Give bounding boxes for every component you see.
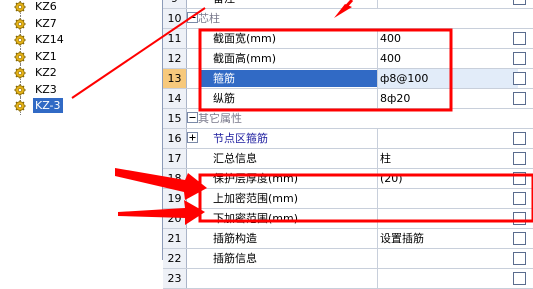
property-value[interactable] — [377, 269, 518, 288]
row-number: 17 — [163, 149, 187, 168]
property-name: 截面宽(mm) — [213, 32, 277, 45]
property-name: 备注 — [213, 0, 235, 8]
property-row[interactable]: 17 汇总信息 柱 — [163, 149, 533, 169]
checkbox[interactable] — [513, 252, 526, 265]
row-number: 12 — [163, 49, 187, 68]
category-label: 芯柱 — [198, 12, 220, 25]
row-number: 22 — [163, 249, 187, 268]
property-name: 节点区箍筋 — [213, 132, 268, 145]
gear-icon — [14, 1, 26, 13]
gear-icon — [14, 34, 26, 46]
property-value[interactable] — [377, 249, 518, 268]
row-number: 9 — [163, 0, 187, 8]
row-number: 11 — [163, 29, 187, 48]
checkbox[interactable] — [513, 192, 526, 205]
property-value[interactable]: ф8@100 — [377, 69, 518, 88]
checkbox[interactable] — [513, 152, 526, 165]
checkbox[interactable] — [513, 92, 526, 105]
property-row[interactable]: 23 — [163, 269, 533, 289]
property-name: 保护层厚度(mm) — [213, 172, 299, 185]
row-number: 13 — [163, 69, 187, 88]
property-row[interactable]: 14 纵筋 8ф20 — [163, 89, 533, 109]
gear-icon — [14, 50, 26, 63]
checkbox[interactable] — [513, 52, 526, 65]
property-row[interactable]: 16 节点区箍筋 — [163, 129, 533, 149]
property-value[interactable]: 柱 — [377, 149, 518, 168]
gear-icon — [14, 83, 26, 96]
tree-item-label: KZ3 — [35, 82, 57, 96]
property-value[interactable] — [377, 129, 518, 148]
property-value[interactable] — [377, 209, 518, 228]
checkbox[interactable] — [513, 172, 526, 185]
property-row[interactable]: 11 截面宽(mm) 400 — [163, 29, 533, 49]
tree-item-label: KZ-3 — [33, 98, 63, 113]
property-value[interactable]: 设置插筋 — [377, 229, 518, 248]
row-number: 15 — [163, 109, 187, 128]
tree-item[interactable]: KZ7 — [0, 14, 150, 33]
checkbox[interactable] — [513, 0, 526, 5]
property-value[interactable]: 8ф20 — [377, 89, 518, 108]
property-value[interactable] — [377, 0, 518, 8]
tree-item[interactable]: KZ-3 — [0, 97, 150, 115]
property-name: 截面高(mm) — [213, 52, 277, 65]
property-row[interactable]: 20 下加密范围(mm) — [163, 209, 533, 229]
checkbox[interactable] — [513, 212, 526, 225]
row-number: 10 — [163, 9, 187, 28]
property-row[interactable]: 21 插筋构造 设置插筋 — [163, 229, 533, 249]
gear-icon — [14, 100, 26, 112]
row-number: 21 — [163, 229, 187, 248]
property-row[interactable]: 9 备注 — [163, 0, 533, 9]
property-name: 插筋信息 — [213, 252, 257, 265]
checkbox[interactable] — [513, 32, 526, 45]
property-row[interactable]: 13 箍筋 ф8@100 — [163, 69, 533, 89]
expand-toggle-icon[interactable] — [187, 132, 198, 143]
property-grid: 9 备注 10 芯柱 11 截面宽(mm) 400 12 截面高(mm) 400 13 箍筋 ф8@10… — [162, 0, 533, 289]
tree-item[interactable]: KZ2 — [0, 64, 150, 82]
tree-item-label: KZ2 — [35, 66, 57, 79]
row-number: 18 — [163, 169, 187, 188]
property-row[interactable]: 12 截面高(mm) 400 — [163, 49, 533, 69]
property-row[interactable]: 18 保护层厚度(mm) (20) — [163, 169, 533, 189]
tree-item-label: KZ7 — [35, 16, 57, 30]
tree-item[interactable]: KZ1 — [0, 47, 150, 66]
property-value[interactable]: 400 — [377, 29, 518, 48]
tree-item-label: KZ14 — [35, 33, 64, 46]
property-name: 插筋构造 — [213, 232, 257, 245]
property-name: 上加密范围(mm) — [213, 192, 299, 205]
checkbox[interactable] — [513, 232, 526, 245]
property-row[interactable]: 19 上加密范围(mm) — [163, 189, 533, 209]
property-value[interactable]: (20) — [377, 169, 518, 188]
checkbox[interactable] — [513, 72, 526, 85]
component-tree: KZ6 KZ7 KZ14 KZ1 KZ2 KZ3 KZ-3 — [0, 0, 155, 260]
category-row[interactable]: 15 其它属性 — [163, 109, 533, 129]
tree-item[interactable]: KZ14 — [0, 31, 150, 49]
property-name: 箍筋 — [213, 72, 235, 85]
tree-item-label: KZ6 — [35, 0, 57, 13]
checkbox[interactable] — [513, 132, 526, 145]
row-number: 14 — [163, 89, 187, 108]
row-number: 19 — [163, 189, 187, 208]
row-number: 20 — [163, 209, 187, 228]
category-label: 其它属性 — [198, 112, 242, 125]
tree-item[interactable]: KZ3 — [0, 80, 150, 99]
checkbox[interactable] — [513, 272, 526, 285]
property-name: 下加密范围(mm) — [213, 212, 299, 225]
collapse-toggle-icon[interactable] — [187, 12, 198, 23]
category-row[interactable]: 10 芯柱 — [163, 9, 533, 29]
gear-icon — [14, 17, 26, 30]
gear-icon — [14, 67, 26, 79]
property-name: 汇总信息 — [213, 152, 257, 165]
row-number: 23 — [163, 269, 187, 288]
property-row[interactable]: 22 插筋信息 — [163, 249, 533, 269]
row-number: 16 — [163, 129, 187, 148]
collapse-toggle-icon[interactable] — [187, 112, 198, 123]
property-value[interactable]: 400 — [377, 49, 518, 68]
tree-item-label: KZ1 — [35, 49, 57, 63]
property-name: 纵筋 — [213, 92, 235, 105]
property-value[interactable] — [377, 189, 518, 208]
